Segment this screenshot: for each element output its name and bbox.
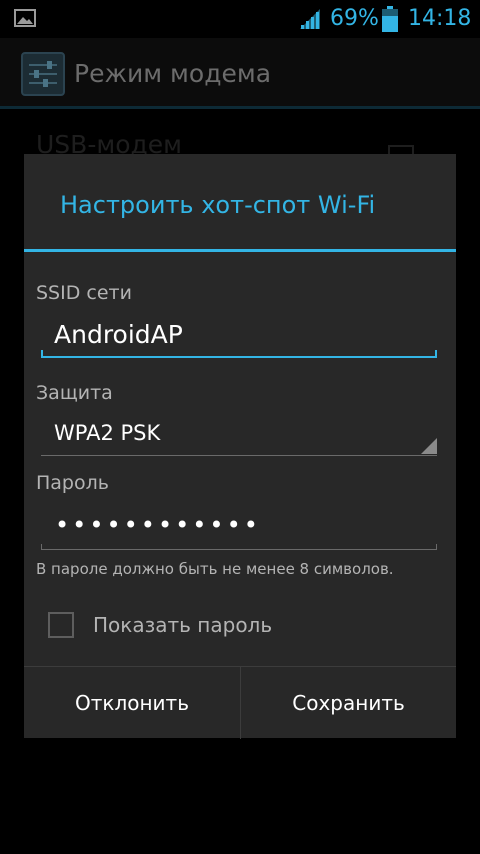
wifi-hotspot-dialog: Настроить хот-спот Wi-Fi SSID сети Andro… bbox=[24, 154, 456, 739]
password-input[interactable]: •••••••••••• bbox=[41, 502, 437, 550]
security-select[interactable]: WPA2 PSK bbox=[41, 410, 437, 456]
show-password-checkbox[interactable] bbox=[48, 612, 74, 638]
security-label: Защита bbox=[36, 382, 113, 404]
ssid-value[interactable]: AndroidAP bbox=[54, 318, 183, 352]
image-notification-icon bbox=[14, 9, 36, 27]
security-underline bbox=[41, 455, 437, 456]
ssid-underline bbox=[41, 356, 437, 358]
save-button[interactable]: Сохранить bbox=[241, 667, 456, 739]
show-password-label[interactable]: Показать пароль bbox=[93, 611, 272, 639]
dialog-title: Настроить хот-спот Wi-Fi bbox=[60, 191, 376, 219]
battery-percent: 69% bbox=[330, 6, 379, 31]
show-password-row[interactable]: Показать пароль bbox=[36, 604, 436, 648]
action-bar: Режим модема bbox=[0, 38, 480, 108]
dialog-title-divider bbox=[24, 249, 456, 252]
ssid-underline-right-tick bbox=[435, 350, 437, 358]
password-label: Пароль bbox=[36, 472, 109, 494]
password-value[interactable]: •••••••••••• bbox=[55, 510, 261, 540]
ssid-label: SSID сети bbox=[36, 282, 132, 304]
password-underline-right-tick bbox=[436, 544, 437, 550]
password-underline bbox=[41, 549, 437, 550]
ssid-underline-left-tick bbox=[41, 350, 43, 358]
dropdown-corner-icon bbox=[421, 438, 437, 454]
dialog-button-bar: Отклонить Сохранить bbox=[24, 666, 456, 739]
password-hint: В пароле должно быть не менее 8 символов… bbox=[36, 560, 394, 578]
security-value[interactable]: WPA2 PSK bbox=[54, 418, 160, 448]
status-bar: 69% 14:18 bbox=[0, 0, 480, 38]
ssid-input[interactable]: AndroidAP bbox=[41, 312, 437, 358]
clock: 14:18 bbox=[408, 6, 472, 31]
action-bar-divider bbox=[0, 106, 480, 109]
battery-icon bbox=[382, 6, 398, 32]
cancel-button[interactable]: Отклонить bbox=[24, 667, 240, 739]
signal-strength-icon bbox=[300, 9, 320, 29]
settings-app-icon[interactable] bbox=[21, 52, 65, 96]
action-bar-title: Режим модема bbox=[74, 59, 272, 88]
screen: 69% 14:18 Режим модема USB-модем Настрои… bbox=[0, 0, 480, 854]
password-underline-left-tick bbox=[41, 544, 42, 550]
